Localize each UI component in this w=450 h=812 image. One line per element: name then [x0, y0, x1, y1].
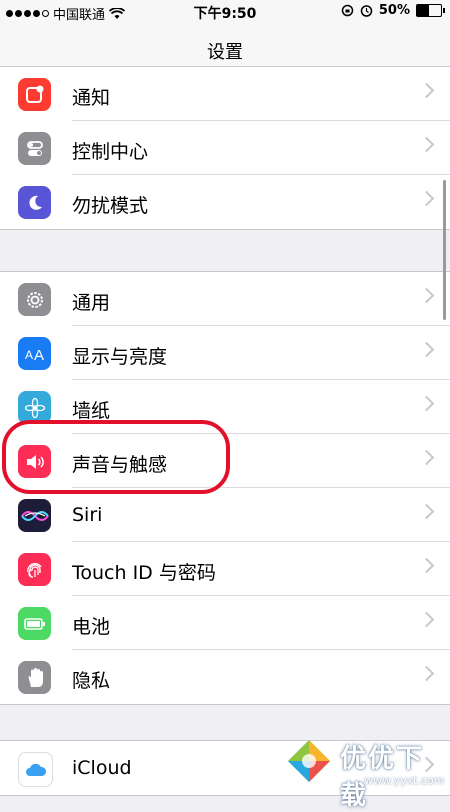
- chevron-right-icon: [418, 395, 435, 412]
- settings-row-label: Siri: [72, 504, 103, 526]
- settings-group-1: 通知 控制中心 勿扰模式: [0, 66, 450, 230]
- settings-row-privacy[interactable]: 隐私: [0, 650, 450, 704]
- display-brightness-icon: AA: [18, 337, 51, 370]
- settings-row-label: 电池: [72, 616, 111, 638]
- settings-row-label: 显示与亮度: [72, 346, 168, 368]
- settings-row-label: 通用: [72, 292, 111, 314]
- settings-row-battery[interactable]: 电池: [0, 596, 450, 650]
- status-right: 50%: [341, 3, 445, 18]
- settings-row-label: 通知: [72, 87, 111, 109]
- settings-row-label: 勿扰模式: [72, 195, 149, 217]
- svg-text:A: A: [34, 347, 44, 362]
- watermark-logo-icon: [288, 740, 330, 782]
- page-title: 设置: [207, 42, 243, 63]
- battery-fill: [417, 5, 429, 16]
- settings-row-touch-id-passcode[interactable]: Touch ID 与密码: [0, 542, 450, 596]
- notification-icon: [18, 78, 51, 111]
- hand-icon: [18, 661, 51, 694]
- settings-row-general[interactable]: 通用: [0, 272, 450, 326]
- settings-row-control-center[interactable]: 控制中心: [0, 121, 450, 175]
- fingerprint-icon: [18, 553, 51, 586]
- chevron-right-icon: [418, 611, 435, 628]
- battery-indicator-icon: [416, 4, 445, 17]
- watermark: 优优下载 www.yyxt.com: [276, 736, 446, 811]
- chevron-right-icon: [418, 341, 435, 358]
- alarm-icon: [360, 5, 373, 17]
- settings-row-notifications[interactable]: 通知: [0, 67, 450, 121]
- chevron-right-icon: [418, 190, 435, 207]
- settings-row-label: iCloud: [72, 757, 132, 779]
- highlight-annotation: [2, 420, 230, 494]
- settings-row-label: 隐私: [72, 670, 111, 692]
- watermark-url: www.yyxt.com: [364, 774, 445, 787]
- control-center-icon: [18, 132, 51, 165]
- chevron-right-icon: [418, 503, 435, 520]
- rotation-lock-icon: [341, 4, 354, 17]
- battery-percent: 50%: [378, 3, 410, 18]
- scroll-indicator: [443, 180, 446, 320]
- settings-row-label: Touch ID 与密码: [72, 562, 216, 584]
- battery-icon: [18, 607, 51, 640]
- moon-icon: [18, 186, 51, 219]
- chevron-right-icon: [418, 136, 435, 153]
- settings-row-display-brightness[interactable]: AA 显示与亮度: [0, 326, 450, 380]
- icloud-icon: [18, 752, 53, 787]
- gear-icon: [18, 283, 51, 316]
- chevron-right-icon: [418, 82, 435, 99]
- svg-text:A: A: [25, 348, 33, 362]
- chevron-right-icon: [418, 449, 435, 466]
- settings-row-label: 墙纸: [72, 400, 111, 422]
- chevron-right-icon: [418, 287, 435, 304]
- settings-row-do-not-disturb[interactable]: 勿扰模式: [0, 175, 450, 229]
- settings-row-siri[interactable]: Siri: [0, 488, 450, 542]
- siri-icon: [18, 499, 51, 532]
- status-bar: 中国联通 下午9:50 50%: [0, 0, 450, 26]
- settings-row-label: 控制中心: [72, 141, 149, 163]
- chevron-right-icon: [418, 557, 435, 574]
- chevron-right-icon: [418, 665, 435, 682]
